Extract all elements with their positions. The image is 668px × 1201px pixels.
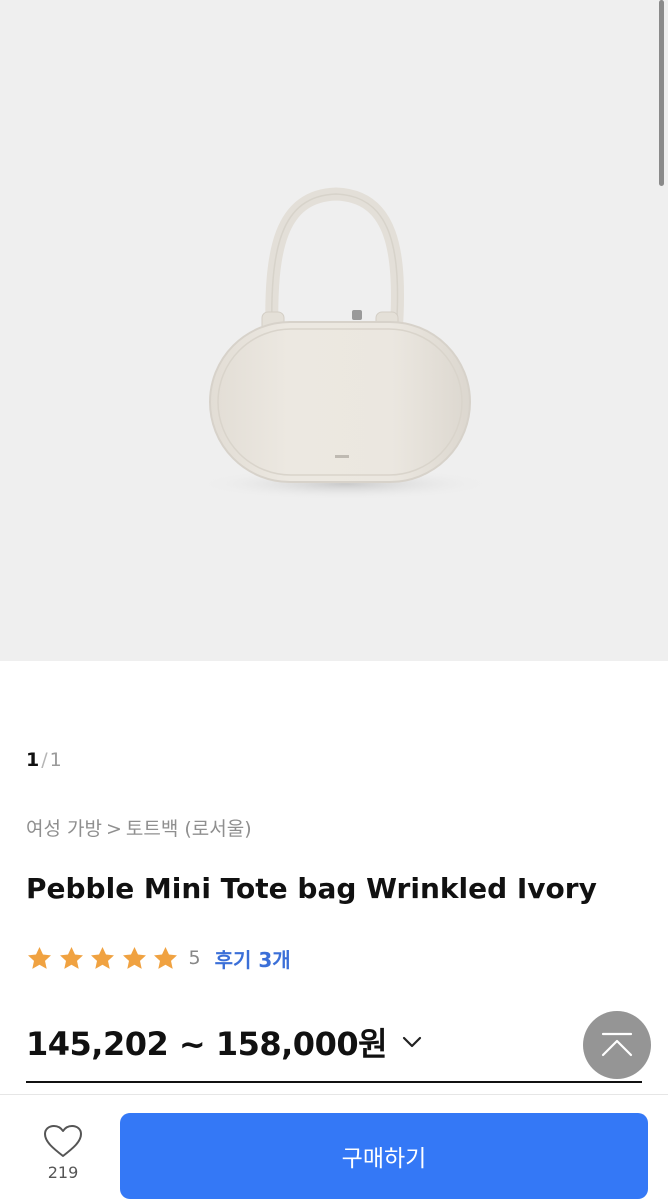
breadcrumb-separator: > — [105, 818, 122, 840]
buy-button[interactable]: 구매하기 — [120, 1113, 648, 1199]
pager-separator: / — [41, 749, 48, 771]
product-title: Pebble Mini Tote bag Wrinkled Ivory — [26, 872, 597, 905]
star-icon — [28, 946, 51, 969]
price-selector[interactable]: 145,202 ~ 158,000원 — [26, 1020, 423, 1064]
star-icon — [59, 946, 83, 969]
scroll-top-button[interactable] — [583, 1011, 651, 1079]
bag-illustration — [195, 187, 495, 500]
price-divider — [26, 1081, 642, 1083]
breadcrumb: 여성 가방 > 토트백 (로서울) — [26, 816, 256, 842]
star-rating — [26, 945, 184, 972]
rating-score: 5 — [188, 947, 201, 969]
pager-total: 1 — [49, 749, 62, 771]
image-pager: 1/1 — [26, 748, 62, 772]
price-range: 145,202 ~ 158,000원 — [26, 1025, 388, 1063]
rating-row: 5 후기 3개 — [26, 943, 291, 973]
scroll-top-icon — [601, 1032, 633, 1057]
product-image[interactable] — [0, 0, 668, 661]
chevron-down-icon[interactable] — [401, 1035, 423, 1049]
pager-current: 1 — [26, 749, 40, 771]
breadcrumb-subcategory[interactable]: 토트백 (로서울) — [126, 818, 252, 840]
reviews-link[interactable]: 후기 3개 — [215, 944, 291, 973]
like-button[interactable]: 219 — [36, 1123, 90, 1182]
bottom-action-bar: 219 구매하기 — [0, 1094, 668, 1201]
like-count: 219 — [47, 1163, 79, 1182]
breadcrumb-category[interactable]: 여성 가방 — [26, 818, 102, 840]
star-icon — [122, 946, 146, 969]
image-scrollbar[interactable] — [659, 0, 664, 186]
star-icon — [91, 946, 114, 969]
heart-icon — [44, 1125, 82, 1157]
star-icon — [154, 946, 177, 969]
